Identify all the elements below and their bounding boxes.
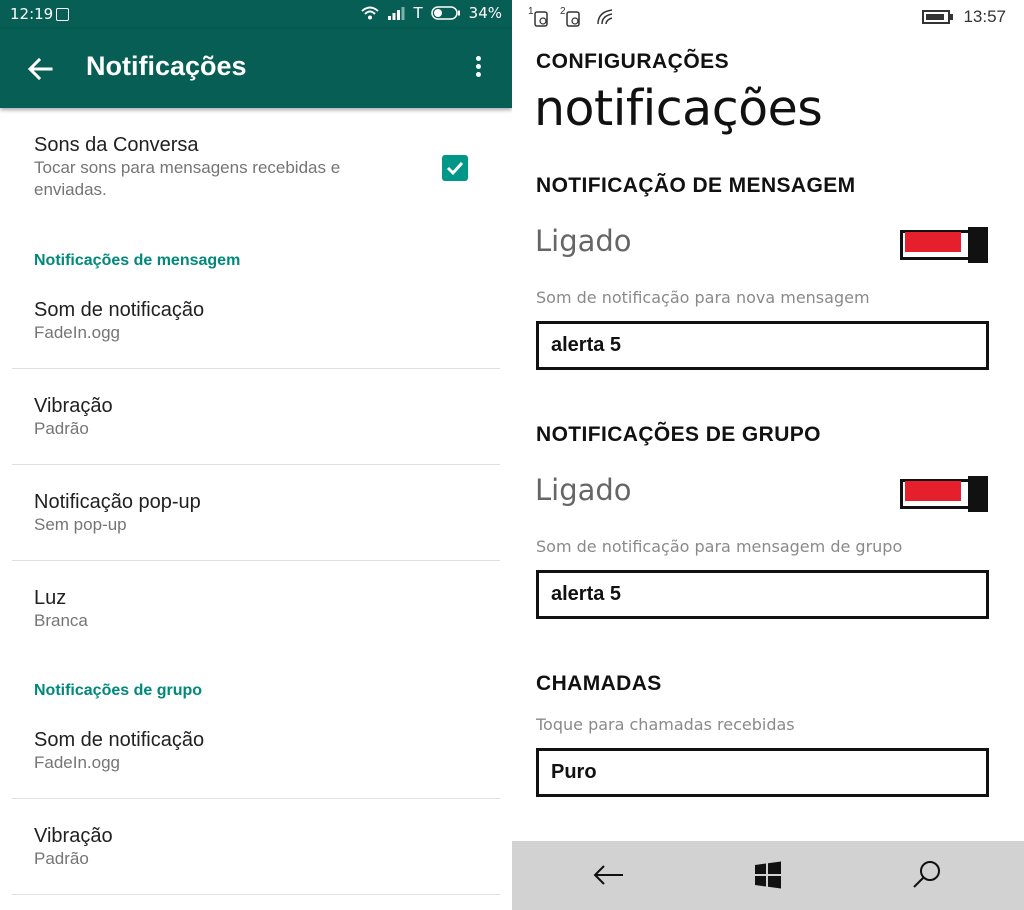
- message-notification-sound[interactable]: Som de notificação FadeIn.ogg: [34, 298, 204, 344]
- setting-value: Branca: [34, 611, 88, 630]
- status-time: 12:19: [10, 5, 54, 23]
- message-sound-label: Som de notificação para nova mensagem: [536, 288, 870, 307]
- ringtone-label: Toque para chamadas recebidas: [536, 715, 795, 734]
- windows-logo-icon[interactable]: [751, 858, 785, 892]
- divider: [12, 464, 500, 465]
- setting-title: Som de notificação: [34, 299, 205, 321]
- wifi-icon: [361, 6, 380, 20]
- windows-phone-settings-screen: 1 2 13:57 CONFIGURAÇÕES notificações NOT…: [512, 0, 1024, 910]
- battery-percent: 34%: [468, 4, 502, 22]
- message-notification-toggle[interactable]: [900, 227, 989, 263]
- conversation-tones-setting[interactable]: Sons da Conversa Tocar sons para mensage…: [34, 133, 434, 201]
- sim2-signal-icon: 2: [560, 6, 580, 27]
- section-header-calls: CHAMADAS: [536, 672, 662, 695]
- app-toolbar: Notificações: [0, 29, 512, 108]
- android-status-bar: 12:19 T 34%: [0, 0, 512, 29]
- group-notification-toggle[interactable]: [900, 476, 989, 512]
- back-arrow-icon[interactable]: [26, 55, 54, 83]
- setting-value: Padrão: [34, 849, 89, 868]
- back-arrow-icon[interactable]: [592, 858, 626, 892]
- setting-title: Luz: [34, 587, 67, 609]
- group-vibration[interactable]: Vibração Padrão: [34, 824, 113, 870]
- status-time: 13:57: [963, 7, 1006, 26]
- carrier-letter: T: [413, 4, 423, 22]
- divider: [12, 894, 500, 895]
- setting-title: Sons da Conversa: [34, 134, 199, 156]
- notification-icon: [56, 8, 69, 21]
- page-title: notificações: [534, 80, 823, 137]
- wp-status-bar: 1 2 13:57: [512, 0, 1024, 34]
- setting-title: Vibração: [34, 395, 113, 417]
- battery-icon: [922, 10, 953, 24]
- android-settings-screen: 12:19 T 34% Notificações Sons da Convers…: [0, 0, 512, 910]
- app-title: CONFIGURAÇÕES: [536, 50, 730, 73]
- sim1-label: 1: [528, 6, 534, 17]
- divider: [12, 560, 500, 561]
- section-header-group: NOTIFICAÇÕES DE GRUPO: [536, 423, 821, 446]
- divider: [12, 798, 500, 799]
- group-notification-sound[interactable]: Som de notificação FadeIn.ogg: [34, 728, 204, 774]
- conversation-tones-checkbox[interactable]: [442, 155, 468, 181]
- message-popup-notification[interactable]: Notificação pop-up Sem pop-up: [34, 490, 201, 536]
- setting-title: Vibração: [34, 825, 113, 847]
- setting-summary: Tocar sons para mensagens recebidas e: [34, 158, 341, 177]
- status-icons: T 34%: [361, 4, 502, 22]
- section-header-message: Notificações de mensagem: [34, 252, 241, 269]
- overflow-menu-icon[interactable]: [470, 53, 486, 85]
- message-light[interactable]: Luz Branca: [34, 586, 88, 632]
- setting-title: Notificação pop-up: [34, 491, 201, 513]
- navigation-bar: [512, 841, 1024, 910]
- page-title: Notificações: [86, 51, 247, 81]
- message-toggle-label: Ligado: [535, 224, 632, 258]
- setting-title: Som de notificação: [34, 729, 205, 751]
- sim2-label: 2: [560, 6, 566, 17]
- group-sound-picker[interactable]: alerta 5: [536, 570, 989, 619]
- section-header-message: NOTIFICAÇÃO DE MENSAGEM: [536, 174, 856, 197]
- sim1-signal-icon: 1: [528, 6, 548, 27]
- section-header-group: Notificações de grupo: [34, 682, 203, 699]
- wifi-icon: [597, 9, 613, 25]
- setting-value: Sem pop-up: [34, 515, 127, 534]
- group-sound-label: Som de notificação para mensagem de grup…: [536, 537, 903, 556]
- setting-value: Padrão: [34, 419, 89, 438]
- setting-value: FadeIn.ogg: [34, 753, 121, 772]
- battery-icon: [430, 6, 460, 20]
- ringtone-picker[interactable]: Puro: [536, 748, 989, 797]
- divider: [12, 368, 500, 369]
- setting-value: FadeIn.ogg: [34, 323, 121, 342]
- signal-icon: [388, 7, 405, 20]
- group-toggle-label: Ligado: [535, 473, 632, 507]
- checkmark-icon: [446, 161, 464, 176]
- message-vibration[interactable]: Vibração Padrão: [34, 394, 113, 440]
- search-icon[interactable]: [910, 858, 944, 892]
- setting-summary: enviadas.: [34, 180, 107, 199]
- message-sound-picker[interactable]: alerta 5: [536, 321, 989, 370]
